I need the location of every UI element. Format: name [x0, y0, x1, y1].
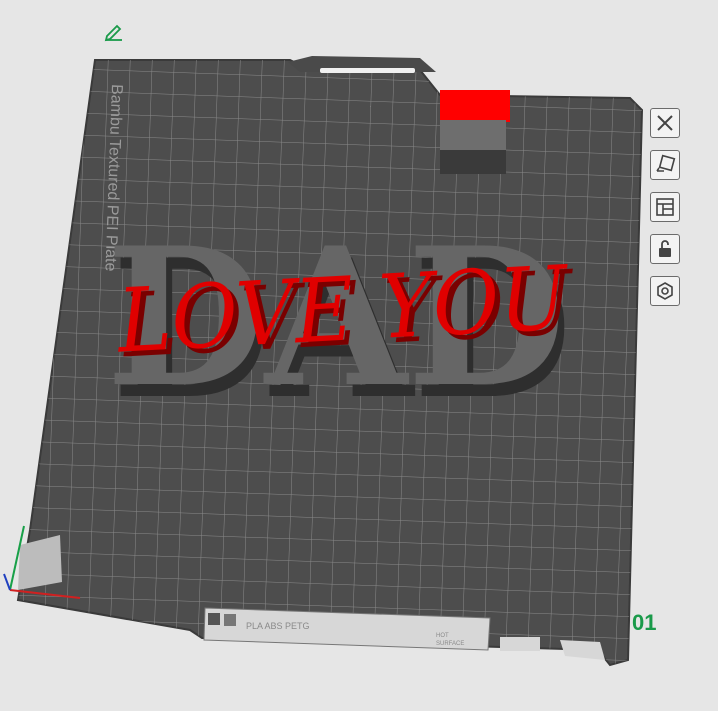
- arrange-button[interactable]: [650, 192, 680, 222]
- edit-plate-name-button[interactable]: [103, 20, 125, 42]
- hexagon-icon: [657, 282, 673, 300]
- plate-settings-button[interactable]: [650, 276, 680, 306]
- filament-swatch-cube: [440, 90, 510, 174]
- remove-plate-button[interactable]: [650, 108, 680, 138]
- plate-handle: [320, 68, 415, 73]
- plate-number-label: 01: [632, 610, 657, 635]
- lock-icon: [659, 240, 671, 257]
- hot-surface-text-1: HOT: [436, 633, 449, 639]
- strip-material-text: PLA ABS PETG: [246, 621, 310, 631]
- pencil-icon: [104, 24, 122, 42]
- lock-plate-button[interactable]: [650, 234, 680, 264]
- auto-orient-icon: [656, 154, 676, 172]
- arrange-icon: [656, 198, 674, 216]
- close-icon: [657, 115, 673, 131]
- auto-orient-button[interactable]: [650, 150, 680, 180]
- 3d-viewport[interactable]: Bambu Textured PEI Plate DAD DAD LOVE YO…: [0, 0, 718, 711]
- hot-surface-text-2: SURFACE: [436, 641, 464, 647]
